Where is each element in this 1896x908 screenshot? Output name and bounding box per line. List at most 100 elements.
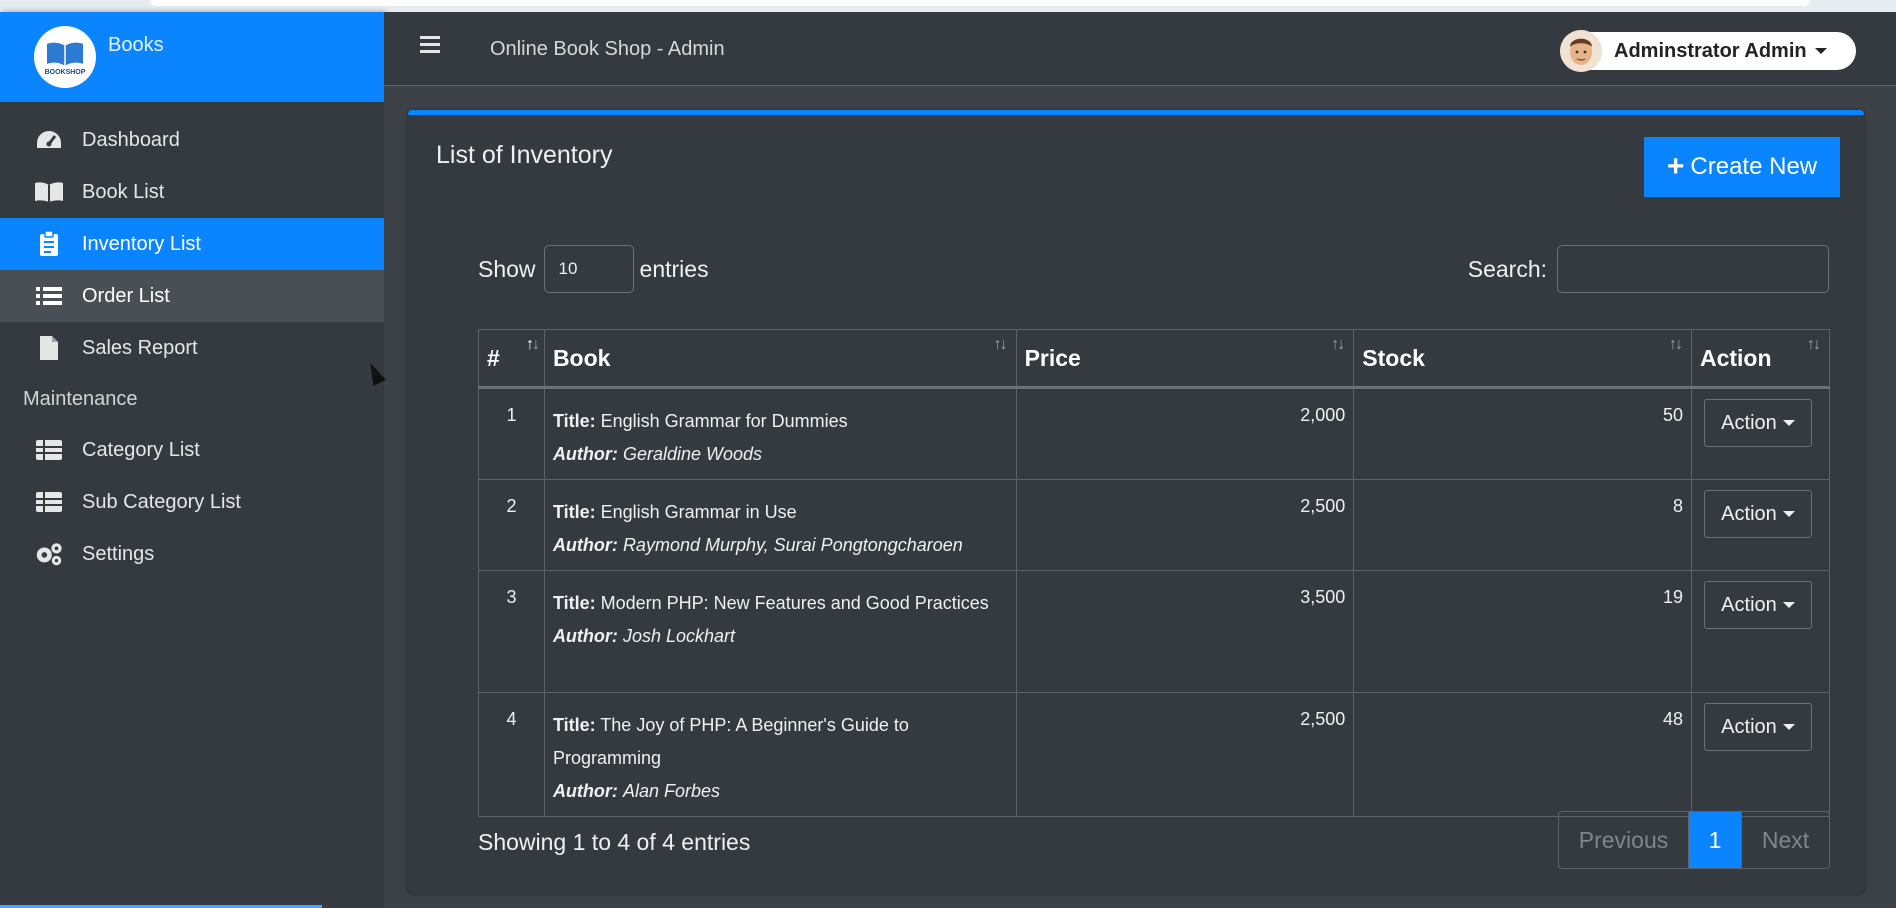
column-header-stock[interactable]: Stock ↑↓	[1353, 329, 1692, 389]
action-dropdown-button[interactable]: Action	[1703, 490, 1812, 538]
column-header-number[interactable]: # ↑↓	[478, 329, 545, 389]
create-new-label: Create New	[1690, 153, 1818, 180]
sort-icon: ↑↓	[525, 336, 540, 353]
page-1-button[interactable]: 1	[1689, 812, 1741, 868]
row-number: 3	[478, 570, 545, 693]
book-cell: Title: English Grammar in Use Author: Ra…	[543, 479, 1017, 571]
author-label: Author:	[552, 781, 618, 801]
book-cell: Title: English Grammar for Dummies Autho…	[543, 387, 1017, 480]
search-control: Search:	[1468, 245, 1829, 293]
title-label: Title:	[552, 715, 596, 735]
table-info-text: Showing 1 to 4 of 4 entries	[478, 829, 751, 855]
row-number: 1	[478, 387, 545, 480]
price-cell: 2,500	[1015, 692, 1355, 817]
chevron-down-icon	[1782, 511, 1795, 517]
avatar	[1560, 30, 1602, 72]
entries-length-control: Show 10 entries	[478, 245, 709, 293]
entries-select[interactable]: 10	[543, 245, 634, 293]
user-menu-button[interactable]: Adminstrator Admin	[1560, 30, 1856, 72]
sidebar: BOOKSHOP Books Dashboard Book List Inven…	[0, 12, 384, 908]
inventory-card: List of Inventory + Create New Show 10 e…	[408, 110, 1864, 894]
title-label: Title:	[552, 593, 596, 613]
action-cell: Action	[1690, 387, 1831, 480]
sidebar-item-label: Sales Report	[82, 336, 198, 359]
book-cell: Title: The Joy of PHP: A Beginner's Guid…	[543, 692, 1017, 817]
book-cell: Title: Modern PHP: New Features and Good…	[543, 570, 1017, 693]
author-label: Author:	[552, 626, 618, 646]
sidebar-item-label: Sub Category List	[82, 490, 241, 513]
action-dropdown-button[interactable]: Action	[1703, 399, 1812, 447]
user-name: Adminstrator Admin	[1614, 39, 1807, 62]
main-content: List of Inventory + Create New Show 10 e…	[384, 86, 1896, 908]
row-number: 4	[478, 692, 545, 817]
sidebar-nav: Dashboard Book List Inventory List Order…	[0, 114, 384, 580]
entries-value: 10	[558, 259, 578, 278]
gears-icon	[34, 541, 64, 567]
sidebar-item-book-list[interactable]: Book List	[0, 166, 384, 218]
next-page-button[interactable]: Next	[1741, 812, 1829, 868]
inventory-table: # ↑↓ Book ↑↓ Price ↑↓ Stock ↑↓ Action ↑↓ 1 Ti…	[478, 329, 1831, 817]
column-header-action[interactable]: Action ↑↓	[1690, 329, 1831, 389]
book-icon	[34, 179, 64, 205]
sort-icon: ↑↓	[1807, 336, 1821, 353]
table-row: 4 Title: The Joy of PHP: A Beginner's Gu…	[478, 692, 1831, 817]
sidebar-item-label: Book List	[82, 180, 165, 203]
sidebar-section-maintenance: Maintenance	[23, 387, 138, 410]
sidebar-item-dashboard[interactable]: Dashboard	[0, 114, 384, 166]
price-cell: 2,500	[1015, 479, 1355, 571]
price-cell: 3,500	[1015, 570, 1355, 693]
author-label: Author:	[552, 535, 618, 555]
book-author: Geraldine Woods	[622, 444, 763, 464]
chevron-down-icon	[1782, 602, 1795, 608]
table-row: 1 Title: English Grammar for Dummies Aut…	[478, 387, 1831, 480]
dashboard-icon	[34, 127, 64, 153]
hamburger-menu-icon[interactable]	[420, 36, 440, 54]
table-header-row: # ↑↓ Book ↑↓ Price ↑↓ Stock ↑↓ Action ↑↓	[478, 329, 1831, 389]
previous-page-button[interactable]: Previous	[1559, 812, 1689, 868]
sidebar-item-inventory-list[interactable]: Inventory List	[0, 218, 384, 270]
table-icon	[34, 489, 64, 515]
chevron-down-icon	[1814, 48, 1827, 54]
column-header-book[interactable]: Book ↑↓	[543, 329, 1017, 389]
sidebar-item-sales-report[interactable]: Sales Report	[0, 322, 384, 374]
title-label: Title:	[552, 411, 596, 431]
row-number: 2	[478, 479, 545, 571]
brand-logo-text: BOOKSHOP	[44, 69, 86, 76]
sidebar-item-order-list[interactable]: Order List	[0, 270, 384, 322]
brand-logo: BOOKSHOP	[34, 26, 96, 88]
book-author: Josh Lockhart	[622, 626, 735, 646]
sidebar-item-label: Order List	[82, 284, 170, 307]
create-new-button[interactable]: + Create New	[1644, 137, 1840, 197]
action-dropdown-button[interactable]: Action	[1703, 703, 1812, 751]
book-author: Raymond Murphy, Surai Pongtongcharoen	[622, 535, 963, 555]
action-cell: Action	[1690, 570, 1831, 693]
plus-icon: +	[1666, 150, 1685, 183]
action-dropdown-button[interactable]: Action	[1703, 581, 1812, 629]
sidebar-item-category-list[interactable]: Category List	[0, 424, 384, 476]
author-label: Author:	[552, 444, 618, 464]
action-cell: Action	[1690, 692, 1831, 817]
entries-label: entries	[639, 255, 709, 282]
sort-icon: ↑↓	[1668, 336, 1683, 353]
sidebar-item-label: Settings	[82, 542, 155, 565]
sidebar-item-sub-category-list[interactable]: Sub Category List	[0, 476, 384, 528]
price-cell: 2,000	[1015, 387, 1355, 480]
list-icon	[34, 283, 64, 309]
address-bar	[150, 0, 1810, 6]
search-input[interactable]	[1557, 245, 1829, 293]
table-icon	[34, 437, 64, 463]
stock-cell: 48	[1353, 692, 1692, 817]
file-icon	[34, 335, 64, 361]
show-label: Show	[478, 255, 536, 282]
page-title: Online Book Shop - Admin	[490, 38, 725, 60]
stock-cell: 50	[1353, 387, 1692, 480]
table-row: 3 Title: Modern PHP: New Features and Go…	[478, 570, 1831, 693]
brand[interactable]: BOOKSHOP Books	[0, 12, 384, 102]
card-title: List of Inventory	[436, 141, 613, 169]
sidebar-item-label: Dashboard	[82, 128, 180, 151]
stock-cell: 8	[1353, 479, 1692, 571]
column-header-price[interactable]: Price ↑↓	[1015, 329, 1355, 389]
action-cell: Action	[1690, 479, 1831, 571]
sort-icon: ↑↓	[1331, 336, 1345, 353]
sidebar-item-settings[interactable]: Settings	[0, 528, 384, 580]
